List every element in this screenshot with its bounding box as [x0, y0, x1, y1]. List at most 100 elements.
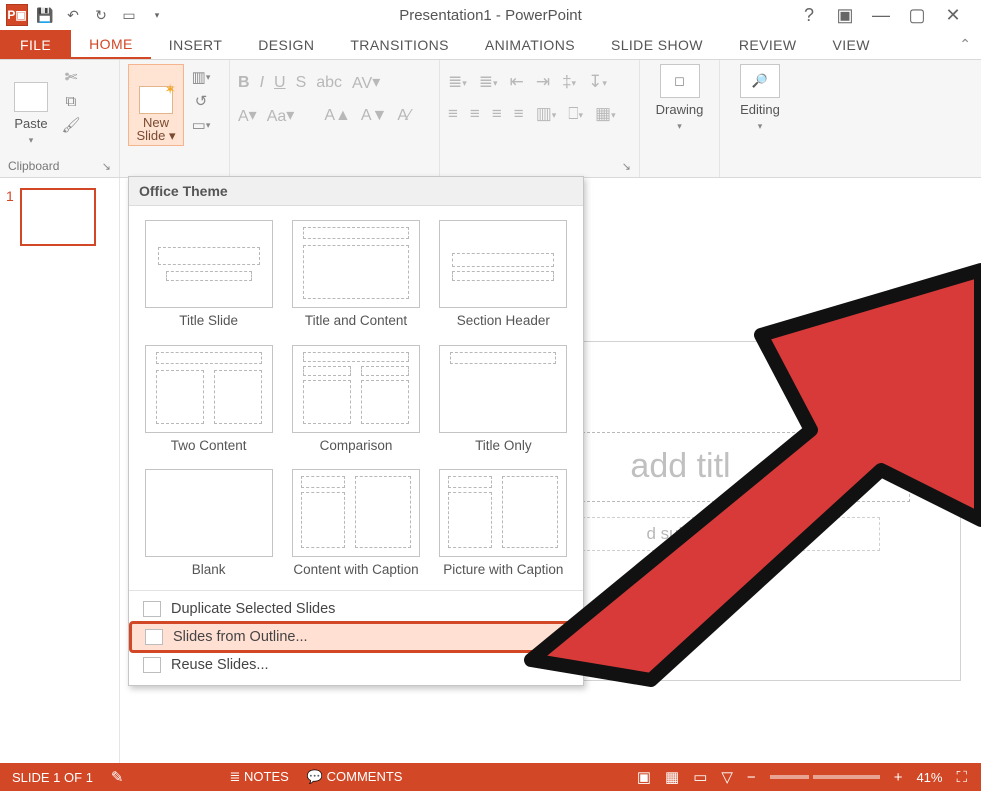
start-from-beginning-icon[interactable]: ▭: [116, 2, 142, 28]
redo-icon[interactable]: ↻: [88, 2, 114, 28]
copy-icon[interactable]: ⧉: [60, 92, 82, 110]
grow-font-icon[interactable]: A▲: [324, 107, 351, 125]
paste-label: Paste: [14, 116, 47, 131]
layout-icon[interactable]: ▥▾: [190, 68, 212, 86]
columns-icon[interactable]: ▥▾: [536, 104, 557, 124]
tab-insert[interactable]: INSERT: [151, 30, 241, 59]
qat-customize-icon[interactable]: ▾: [144, 2, 170, 28]
editing-button[interactable]: 🔎 Editing ▾: [728, 64, 792, 132]
save-icon[interactable]: 💾: [32, 2, 58, 28]
tab-review[interactable]: REVIEW: [721, 30, 815, 59]
layout-caption: Blank: [192, 562, 226, 578]
tab-view[interactable]: VIEW: [815, 30, 888, 59]
underline-icon[interactable]: U: [274, 74, 286, 92]
window-controls: ? ▣ — ▢ ✕: [797, 5, 981, 26]
duplicate-icon: [143, 601, 161, 617]
reading-view-icon[interactable]: ▭: [693, 768, 707, 786]
group-slides: New Slide ▾ ▥▾ ↺ ▭▾: [120, 60, 230, 177]
layout-thumb: [292, 469, 420, 557]
align-center-icon[interactable]: ≡: [470, 104, 480, 124]
shadow-icon[interactable]: S: [296, 74, 307, 92]
layout-caption: Title and Content: [305, 313, 407, 329]
layout-section-header[interactable]: Section Header: [432, 218, 575, 335]
slides-from-outline[interactable]: Slides from Outline...: [131, 623, 581, 651]
layout-thumb: [292, 220, 420, 308]
italic-icon[interactable]: I: [260, 74, 264, 92]
align-text-icon[interactable]: ⎕▾: [568, 104, 583, 124]
layout-thumb: [145, 469, 273, 557]
group-drawing: ◻ Drawing ▾: [640, 60, 720, 177]
layout-title-only[interactable]: Title Only: [432, 343, 575, 460]
ribbon-display-options-icon[interactable]: ▣: [833, 5, 857, 26]
slide-thumbnail-pane[interactable]: 1: [0, 178, 120, 763]
title-bar: P▣ 💾 ↶ ↻ ▭ ▾ Presentation1 - PowerPoint …: [0, 0, 981, 30]
char-spacing-icon[interactable]: AV▾: [352, 72, 380, 93]
slides-from-outline-label: Slides from Outline...: [173, 629, 308, 645]
drawing-button[interactable]: ◻ Drawing ▾: [648, 64, 711, 132]
slideshow-view-icon[interactable]: ▽: [721, 768, 733, 786]
zoom-level[interactable]: 41%: [916, 770, 942, 785]
layout-title-and-content[interactable]: Title and Content: [284, 218, 427, 335]
paragraph-dialog-launcher-icon[interactable]: ↘: [622, 160, 631, 173]
tab-design[interactable]: DESIGN: [240, 30, 332, 59]
increase-indent-icon[interactable]: ⇥: [536, 72, 550, 92]
layout-picture-with-caption[interactable]: Picture with Caption: [432, 467, 575, 584]
clipboard-dialog-launcher-icon[interactable]: ↘: [102, 160, 111, 173]
strikethrough-icon[interactable]: abc: [316, 74, 342, 92]
tab-animations[interactable]: ANIMATIONS: [467, 30, 593, 59]
minimize-icon[interactable]: —: [869, 5, 893, 26]
new-slide-button[interactable]: New Slide ▾: [128, 64, 184, 146]
change-case-icon[interactable]: Aa▾: [267, 105, 295, 126]
notes-button[interactable]: ≣ NOTES: [230, 769, 289, 785]
tab-file[interactable]: FILE: [0, 30, 71, 59]
layout-caption: Comparison: [320, 438, 393, 454]
layout-blank[interactable]: Blank: [137, 467, 280, 584]
section-icon[interactable]: ▭▾: [190, 116, 212, 134]
bold-icon[interactable]: B: [238, 74, 250, 92]
clear-formatting-icon[interactable]: A⁄: [397, 107, 410, 125]
ribbon: Paste ▾ ✄ ⧉ 🖌 Clipboard ↘ New Slide ▾ ▥▾…: [0, 60, 981, 178]
drawing-label: Drawing: [656, 102, 704, 117]
cut-icon[interactable]: ✄: [60, 68, 82, 86]
tab-transitions[interactable]: TRANSITIONS: [332, 30, 467, 59]
reuse-slides[interactable]: Reuse Slides...: [129, 651, 583, 679]
align-right-icon[interactable]: ≡: [492, 104, 502, 124]
maximize-icon[interactable]: ▢: [905, 5, 929, 26]
layout-comparison[interactable]: Comparison: [284, 343, 427, 460]
normal-view-icon[interactable]: ▣: [637, 768, 651, 786]
line-spacing-icon[interactable]: ‡▾: [562, 72, 576, 92]
tab-home[interactable]: HOME: [71, 30, 151, 59]
collapse-ribbon-icon[interactable]: ⌃: [959, 30, 981, 59]
spellcheck-icon[interactable]: ✎: [111, 768, 124, 786]
undo-icon[interactable]: ↶: [60, 2, 86, 28]
justify-icon[interactable]: ≡: [514, 104, 524, 124]
find-icon: 🔎: [740, 64, 780, 98]
align-left-icon[interactable]: ≡: [448, 104, 458, 124]
help-icon[interactable]: ?: [797, 5, 821, 26]
comments-button[interactable]: 💬 COMMENTS: [307, 769, 403, 785]
duplicate-selected-slides[interactable]: Duplicate Selected Slides: [129, 595, 583, 623]
layout-two-content[interactable]: Two Content: [137, 343, 280, 460]
zoom-in-icon[interactable]: +: [894, 769, 903, 786]
convert-smartart-icon[interactable]: ▦▾: [595, 104, 616, 124]
shrink-font-icon[interactable]: A▼: [361, 107, 388, 125]
zoom-out-icon[interactable]: −: [747, 769, 756, 786]
slide-sorter-view-icon[interactable]: ▦: [665, 768, 679, 786]
paste-button[interactable]: Paste ▾: [8, 64, 54, 146]
decrease-indent-icon[interactable]: ⇤: [510, 72, 524, 92]
layout-content-with-caption[interactable]: Content with Caption: [284, 467, 427, 584]
font-color-icon[interactable]: A▾: [238, 105, 257, 126]
slide-thumbnail[interactable]: [20, 188, 96, 246]
text-direction-icon[interactable]: ↧▾: [588, 72, 607, 92]
format-painter-icon[interactable]: 🖌: [60, 116, 82, 134]
tab-slideshow[interactable]: SLIDE SHOW: [593, 30, 721, 59]
zoom-slider[interactable]: [770, 775, 880, 779]
fit-to-window-icon[interactable]: ⛶: [956, 769, 967, 786]
slide-thumbnail-number: 1: [6, 188, 14, 246]
bullets-icon[interactable]: ≣▾: [448, 72, 467, 92]
slide-thumbnail-row[interactable]: 1: [6, 188, 113, 246]
reset-icon[interactable]: ↺: [190, 92, 212, 110]
numbering-icon[interactable]: ≣▾: [479, 72, 498, 92]
close-icon[interactable]: ✕: [941, 5, 965, 26]
layout-title-slide[interactable]: Title Slide: [137, 218, 280, 335]
